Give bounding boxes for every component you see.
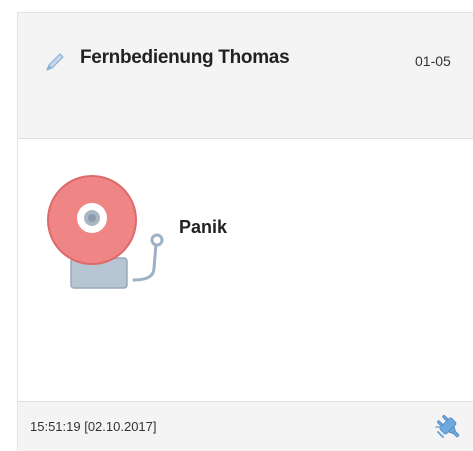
- device-title: Fernbedienung Thomas: [80, 47, 290, 68]
- device-id: 01-05: [415, 53, 451, 69]
- page: Fernbedienung Thomas 01-05 Panik 15:51:1…: [0, 0, 473, 451]
- alarm-bell-icon: [47, 175, 164, 289]
- alarm-label: Panik: [179, 217, 228, 237]
- card-footer: 15:51:19 [02.10.2017]: [18, 401, 473, 451]
- card-body: Panik: [18, 139, 473, 401]
- device-card: Fernbedienung Thomas 01-05 Panik 15:51:1…: [17, 12, 473, 451]
- card-header: Fernbedienung Thomas 01-05: [18, 13, 473, 139]
- plug-icon[interactable]: [434, 412, 464, 442]
- timestamp: 15:51:19 [02.10.2017]: [30, 419, 157, 434]
- pencil-icon[interactable]: [44, 51, 66, 73]
